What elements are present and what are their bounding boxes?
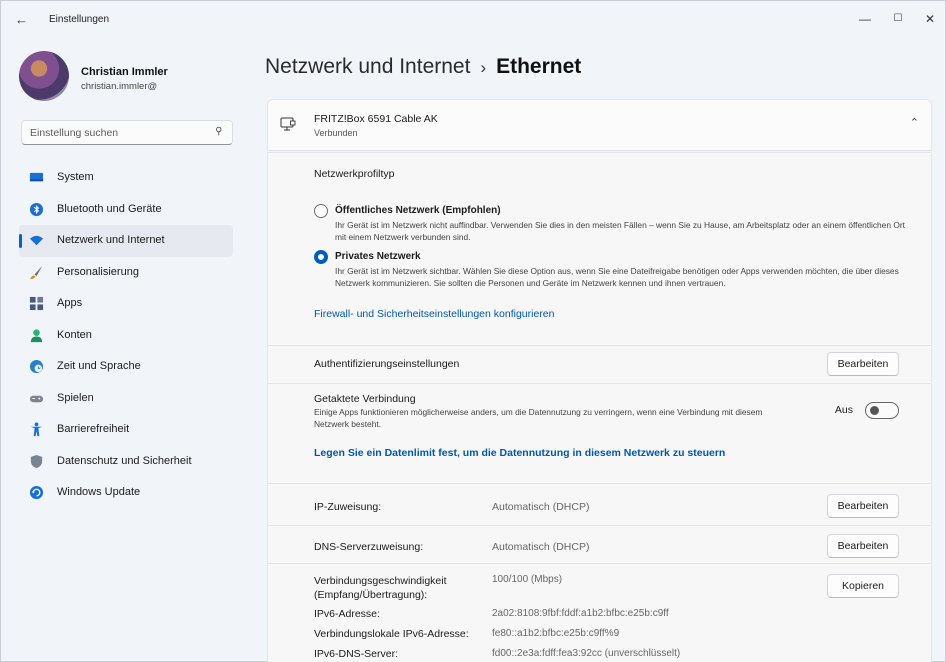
sidebar-item-label: Personalisierung [57,265,139,278]
data-limit-link[interactable]: Legen Sie ein Datenlimit fest, um die Da… [314,447,725,459]
sidebar-item-personalization[interactable]: Personalisierung [19,257,233,289]
sidebar-nav: System Bluetooth und Geräte Netzwerk und… [19,162,233,509]
settings-window: ← Einstellungen — ☐ ✕ Christian Immler c… [0,0,946,662]
radio-public-network[interactable] [314,204,328,218]
sidebar-item-gaming[interactable]: Spielen [19,383,233,415]
sidebar-item-label: Netzwerk und Internet [57,234,165,246]
shield-icon [30,454,43,468]
ip-assignment-label: IP-Zuweisung: [314,501,382,513]
auth-settings-label: Authentifizierungseinstellungen [314,358,460,370]
link-local-ipv6-label: Verbindungslokale IPv6-Adresse: [314,628,469,640]
gamepad-icon [29,395,44,402]
brush-icon [30,265,43,279]
dns-assignment-row: DNS-Serverzuweisung: Automatisch (DHCP) … [267,526,932,564]
option-public-description: Ihr Gerät ist im Netzwerk nicht auffindb… [335,220,905,242]
metered-connection-label: Getaktete Verbindung [314,393,416,405]
toggle-knob [870,406,879,415]
sidebar-item-accounts[interactable]: Konten [19,320,233,352]
option-private-title[interactable]: Privates Netzwerk [335,251,421,262]
bluetooth-icon [29,202,44,216]
sidebar-item-label: System [57,171,94,183]
metered-connection-row: Getaktete Verbindung Einige Apps funktio… [267,384,932,484]
ip-assignment-value: Automatisch (DHCP) [492,501,590,513]
profile-name: Christian Immler [81,66,168,78]
sidebar-item-bluetooth[interactable]: Bluetooth und Geräte [19,194,233,226]
search-input[interactable] [30,125,200,140]
maximize-button[interactable]: ☐ [886,9,910,29]
globe-clock-icon [29,359,44,374]
device-status: Verbunden [314,128,358,138]
back-arrow-icon[interactable]: ← [15,11,35,29]
device-name: FRITZ!Box 6591 Cable AK [314,113,438,125]
wifi-icon [29,235,44,246]
minimize-button[interactable]: — [853,9,877,29]
sidebar-item-label: Konten [57,328,92,341]
option-private-description: Ihr Gerät ist im Netzwerk sichtbar. Wähl… [335,266,899,288]
sidebar-item-accessibility[interactable]: Barrierefreiheit [19,414,233,446]
breadcrumb: Netzwerk und Internet › Ethernet [265,55,581,79]
update-icon [29,485,44,500]
sidebar-item-label: Datenschutz und Sicherheit [57,454,192,467]
sidebar-item-windows-update[interactable]: Windows Update [19,477,233,509]
device-header[interactable]: FRITZ!Box 6591 Cable AK Verbunden ⌃ [267,99,932,151]
dns-assignment-value: Automatisch (DHCP) [492,541,590,553]
firewall-settings-link[interactable]: Firewall- und Sicherheitseinstellungen k… [314,308,554,320]
ethernet-monitor-icon [280,117,296,131]
ip-assignment-row: IP-Zuweisung: Automatisch (DHCP) Bearbei… [267,484,932,526]
dns-assignment-label: DNS-Serverzuweisung: [314,541,424,553]
ipv6-address-value: 2a02:8108:9fbf:fddf:a1b2:bfbc:e25b:c9ff [492,608,669,619]
search-box[interactable]: ⚲ [21,120,233,145]
network-profile-label: Netzwerkprofiltyp [314,168,395,180]
chevron-up-icon[interactable]: ⌃ [910,116,919,129]
ipv6-dns-value: fd00::2e3a:fdff:fea3:92cc (unverschlüsse… [492,648,681,659]
sidebar-item-apps[interactable]: Apps [19,288,233,320]
profile-email: christian.immler@ [81,81,158,92]
apps-icon [29,296,44,311]
sidebar-item-label: Barrierefreiheit [57,423,130,435]
link-speed-label: Verbindungsgeschwindigkeit (Empfang/Über… [314,575,447,601]
system-icon [29,172,44,182]
search-icon[interactable]: ⚲ [215,126,222,137]
link-local-ipv6-value: fe80::a1b2:bfbc:e25b:c9ff%9 [492,628,620,639]
person-icon [30,328,43,342]
sidebar-item-system[interactable]: System [19,162,233,194]
title-bar: ← Einstellungen — ☐ ✕ [1,1,945,39]
avatar [19,51,69,101]
content-area: FRITZ!Box 6591 Cable AK Verbunden ⌃ Netz… [267,99,932,662]
ipv6-address-label: IPv6-Adresse: [314,608,380,620]
option-public-title[interactable]: Öffentliches Netzwerk (Empfohlen) [335,205,501,216]
link-speed-value: 100/100 (Mbps) [492,574,563,585]
ip-edit-button[interactable]: Bearbeiten [827,494,899,518]
ipv6-dns-label: IPv6-DNS-Server: [314,648,399,660]
network-profile-section: Netzwerkprofiltyp Öffentliches Netzwerk … [267,152,932,346]
sidebar-item-label: Apps [57,297,83,309]
copy-button[interactable]: Kopieren [827,574,899,598]
metered-toggle-state: Aus [834,404,853,416]
sidebar-item-label: Bluetooth und Geräte [57,202,162,215]
sidebar-item-label: Zeit und Sprache [57,360,141,372]
metered-toggle[interactable] [865,402,899,419]
breadcrumb-parent[interactable]: Netzwerk und Internet [265,55,470,78]
page-title: Ethernet [496,55,582,78]
sidebar-item-time-language[interactable]: Zeit und Sprache [19,351,233,383]
close-button[interactable]: ✕ [918,9,942,29]
user-profile[interactable]: Christian Immler christian.immler@ [19,51,249,103]
sidebar-item-privacy[interactable]: Datenschutz und Sicherheit [19,446,233,478]
sidebar-item-label: Windows Update [57,486,141,498]
dns-edit-button[interactable]: Bearbeiten [827,534,899,558]
sidebar-item-network[interactable]: Netzwerk und Internet [19,225,233,257]
app-title: Einstellungen [49,14,110,25]
accessibility-icon [30,422,43,437]
radio-private-network[interactable] [314,250,328,264]
properties-row: Verbindungsgeschwindigkeit (Empfang/Über… [267,564,932,662]
auth-edit-button[interactable]: Bearbeiten [827,352,899,376]
active-indicator [19,234,22,248]
metered-connection-description: Einige Apps funktionieren möglicherweise… [314,407,763,429]
auth-settings-row: Authentifizierungseinstellungen Bearbeit… [267,346,932,384]
sidebar-item-label: Spielen [57,391,94,404]
breadcrumb-separator: › [480,58,487,77]
